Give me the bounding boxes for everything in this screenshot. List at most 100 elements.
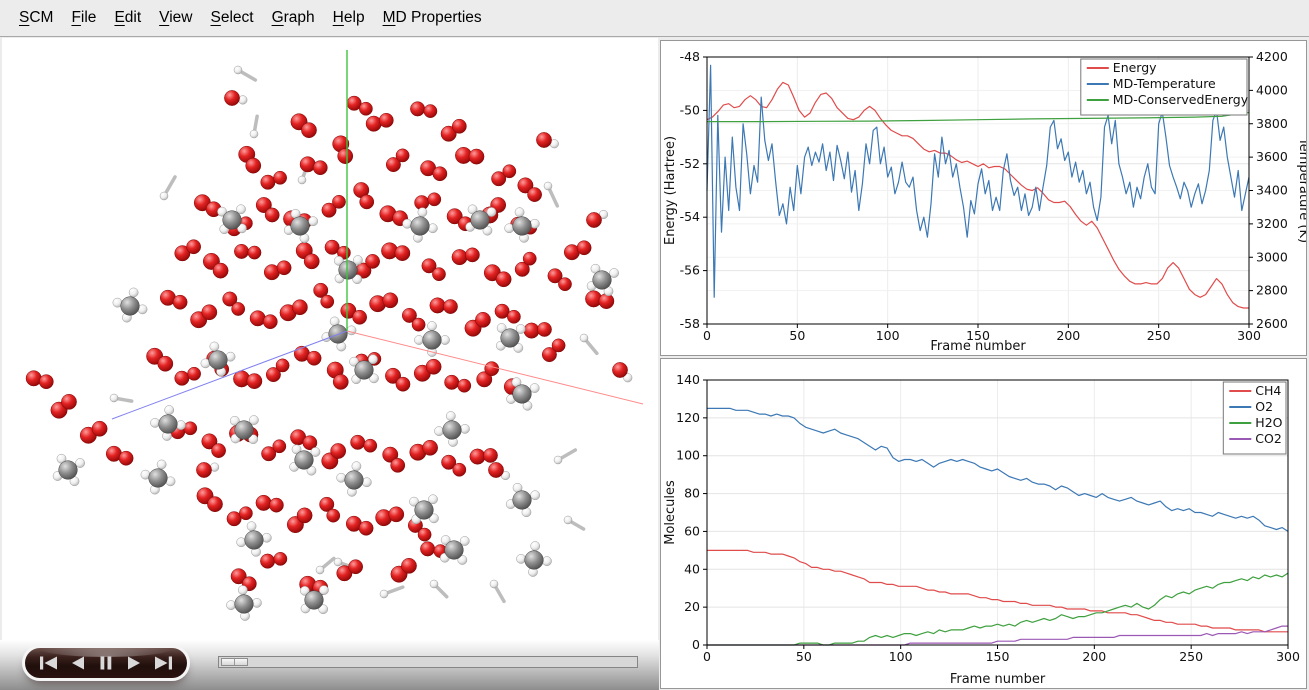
menu-item-graph[interactable]: Graph [263,9,324,27]
o2-molecule [320,497,340,522]
hydrogen-stick [250,116,258,138]
skip-to-end-button[interactable] [150,652,176,674]
hydrogen-stick [430,580,447,597]
o2-molecule [194,195,221,217]
hydrogen-stick [580,334,597,353]
y2-tick-label: 3800 [1256,116,1288,131]
o2-molecule [190,305,216,328]
o2-molecule [452,248,480,265]
ch4-molecule [337,462,372,497]
y2-tick-label: 2600 [1256,316,1288,331]
o2-molecule [26,371,53,389]
o2-molecule [470,448,498,464]
y-axis-label: Molecules [663,480,678,545]
legend-label-energy: Energy [1113,60,1157,75]
play-button[interactable] [121,652,147,674]
ch4-molecule [226,585,261,620]
ch4-molecule [440,535,469,564]
o2-molecule [250,311,277,329]
legend-label-h2o: H2O [1255,415,1282,430]
y-tick-label: -56 [680,263,700,278]
y-tick-label: -48 [680,49,700,64]
x-tick-label: 0 [703,649,711,664]
o2-molecule [203,253,228,278]
ch4-molecule [201,342,235,376]
ch4-molecule [53,454,85,486]
o2-molecule [441,119,466,141]
o2-molecule [366,113,393,131]
molecule-viewport[interactable] [2,38,658,640]
y-tick-label: -54 [680,209,700,224]
ch4-molecule [237,522,272,557]
o2-molecule [376,507,404,526]
ch4-molecule [141,460,175,494]
o2-molecule [322,443,346,469]
step-back-button[interactable] [65,652,91,674]
hydrogen-stick [160,177,175,200]
menubar: SCMFileEditViewSelectGraphHelpMD Propert… [0,0,1309,37]
o2-molecule [322,195,346,217]
o2-molecule [160,290,187,309]
molecule-count-chart[interactable]: 050100150200250300020406080100120140Fram… [661,359,1306,688]
o2-molecule [264,261,291,280]
menu-item-md-properties[interactable]: MD Properties [374,9,491,27]
frame-slider-track[interactable] [218,656,638,668]
o2-molecule [415,193,441,210]
legend-label-co2: CO2 [1255,431,1282,446]
hydrogen-stick [234,66,255,80]
x-tick-label: 150 [986,649,1010,664]
o2-molecule [197,488,223,512]
y-axis-label: Energy (Hartree) [663,136,678,245]
x-axis-label: Frame number [950,672,1046,687]
y-tick-label: 0 [692,637,700,652]
y-tick-label: -50 [680,102,700,117]
menu-item-select[interactable]: Select [201,9,262,27]
o2-molecule [491,165,515,186]
legend-label-md-temperature: MD-Temperature [1113,76,1216,91]
hydrogen-stick [544,182,557,206]
menu-item-scm[interactable]: SCM [10,9,62,27]
energy-temperature-chart[interactable]: 050100150200250300-48-50-52-54-56-582600… [661,41,1306,355]
molecule-count-chart-panel: 050100150200250300020406080100120140Fram… [660,358,1307,689]
x-tick-label: 100 [876,328,900,343]
o2-molecule [455,147,484,164]
menu-item-edit[interactable]: Edit [105,9,150,27]
menu-item-file[interactable]: File [62,9,105,27]
oh-fragment [612,362,632,382]
o2-molecule [146,348,172,371]
menu-item-help[interactable]: Help [324,9,374,27]
o2-molecule [341,303,367,324]
o2-molecule [327,362,348,390]
o2-molecule [518,178,542,202]
o2-molecule [291,114,317,138]
triangle-right-icon [125,655,143,671]
o2-molecule [346,516,373,535]
legend-label-o2: O2 [1255,399,1273,414]
y-tick-label: 20 [684,599,700,614]
o2-molecule [385,368,410,391]
molecule-scene[interactable] [2,38,658,640]
frame-slider-thumb[interactable] [221,658,248,666]
o2-molecule [239,146,261,173]
hydrogen-stick [564,516,584,529]
o2-molecule [414,359,441,381]
playback-strip [0,640,659,690]
x-tick-label: 250 [1179,649,1203,664]
x-tick-label: 200 [1082,649,1106,664]
o2-molecule [175,240,201,261]
o2-molecule [386,149,409,172]
skip-end-icon [152,655,174,671]
y-tick-label: -52 [680,156,700,171]
y2-tick-label: 3600 [1256,149,1288,164]
skip-to-start-button[interactable] [36,652,62,674]
ch4-molecule [505,208,540,243]
pause-button[interactable] [93,652,119,674]
hydrogen-stick [380,587,403,598]
menu-item-view[interactable]: View [150,9,201,27]
hydrogen-stick [490,580,504,601]
o2-molecule [234,244,261,259]
skip-start-icon [38,655,60,671]
legend-label-ch4: CH4 [1255,383,1281,398]
o2-molecule [261,440,285,461]
y2-tick-label: 4200 [1256,49,1288,64]
